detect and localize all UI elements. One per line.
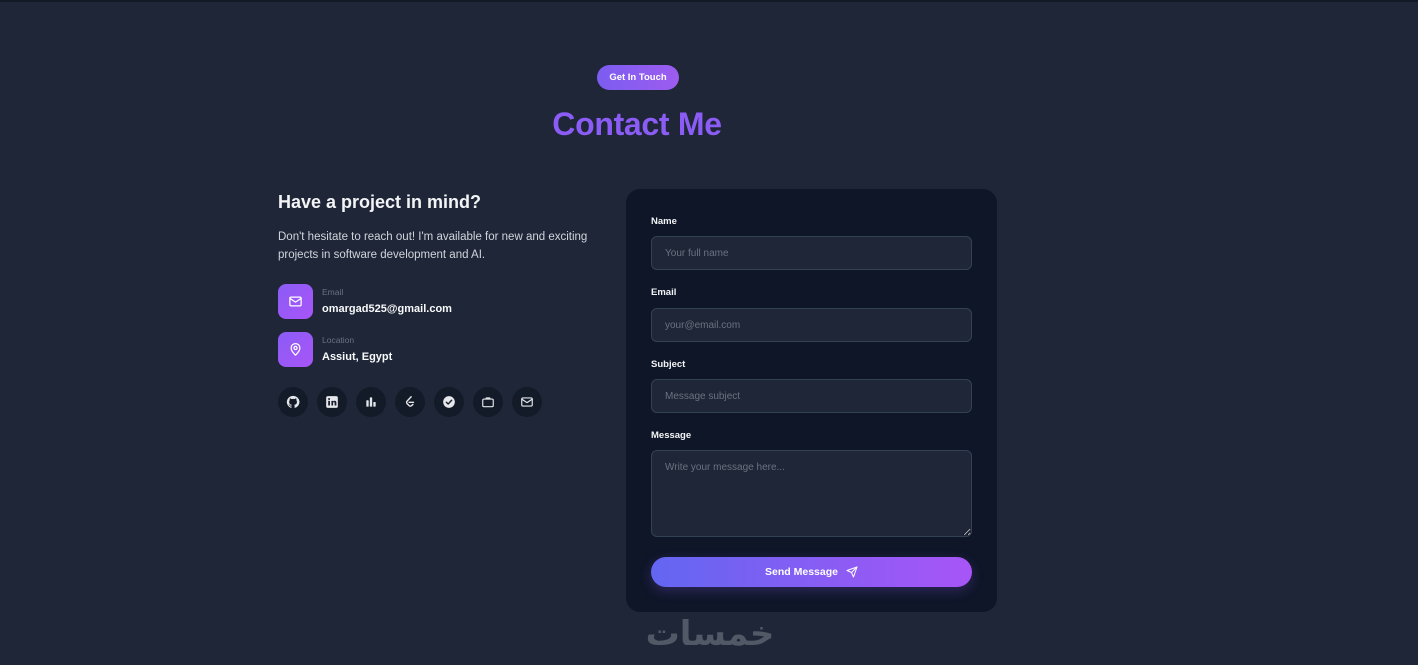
email-label: Email <box>651 287 677 298</box>
name-input[interactable] <box>651 236 972 270</box>
send-icon <box>846 566 858 578</box>
contact-email-value[interactable]: omargad525@gmail.com <box>322 303 452 315</box>
verified-link[interactable] <box>434 387 464 417</box>
email-link[interactable] <box>512 387 542 417</box>
contact-form: Name Email Subject Message Send Message <box>626 189 997 612</box>
stats-link[interactable] <box>356 387 386 417</box>
page-title: Contact Me <box>552 106 722 142</box>
map-pin-icon <box>278 331 313 367</box>
leetcode-link[interactable] <box>395 387 425 417</box>
leetcode-icon <box>405 396 415 407</box>
contact-location-label: Location <box>322 335 355 345</box>
github-icon <box>286 395 300 408</box>
briefcase-icon <box>482 397 494 408</box>
contact-email-item: Email omargad525@gmail.com <box>278 283 452 319</box>
send-message-label: Send Message <box>765 566 838 578</box>
check-circle-icon <box>443 396 455 408</box>
contact-email-label: Email <box>322 287 344 297</box>
linkedin-icon <box>326 396 338 408</box>
watermark-logo: خمسات <box>645 614 775 654</box>
name-label: Name <box>651 216 677 227</box>
mail-icon <box>521 397 533 407</box>
message-textarea[interactable] <box>651 450 972 537</box>
linkedin-link[interactable] <box>317 387 347 417</box>
subject-label: Subject <box>651 359 686 370</box>
contact-location-value: Assiut, Egypt <box>322 351 393 363</box>
get-in-touch-badge: Get In Touch <box>597 65 679 90</box>
message-label: Message <box>651 430 692 441</box>
mail-icon <box>278 283 313 319</box>
github-link[interactable] <box>278 387 308 417</box>
intro-heading: Have a project in mind? <box>278 192 482 212</box>
social-links <box>278 387 551 417</box>
send-message-button[interactable]: Send Message <box>651 557 972 587</box>
bar-chart-icon <box>366 397 376 407</box>
email-input[interactable] <box>651 308 972 342</box>
top-border <box>0 0 1418 2</box>
contact-location-item: Location Assiut, Egypt <box>278 331 392 367</box>
portfolio-link[interactable] <box>473 387 503 417</box>
intro-description: Don't hesitate to reach out! I'm availab… <box>278 231 588 261</box>
subject-input[interactable] <box>651 379 972 413</box>
